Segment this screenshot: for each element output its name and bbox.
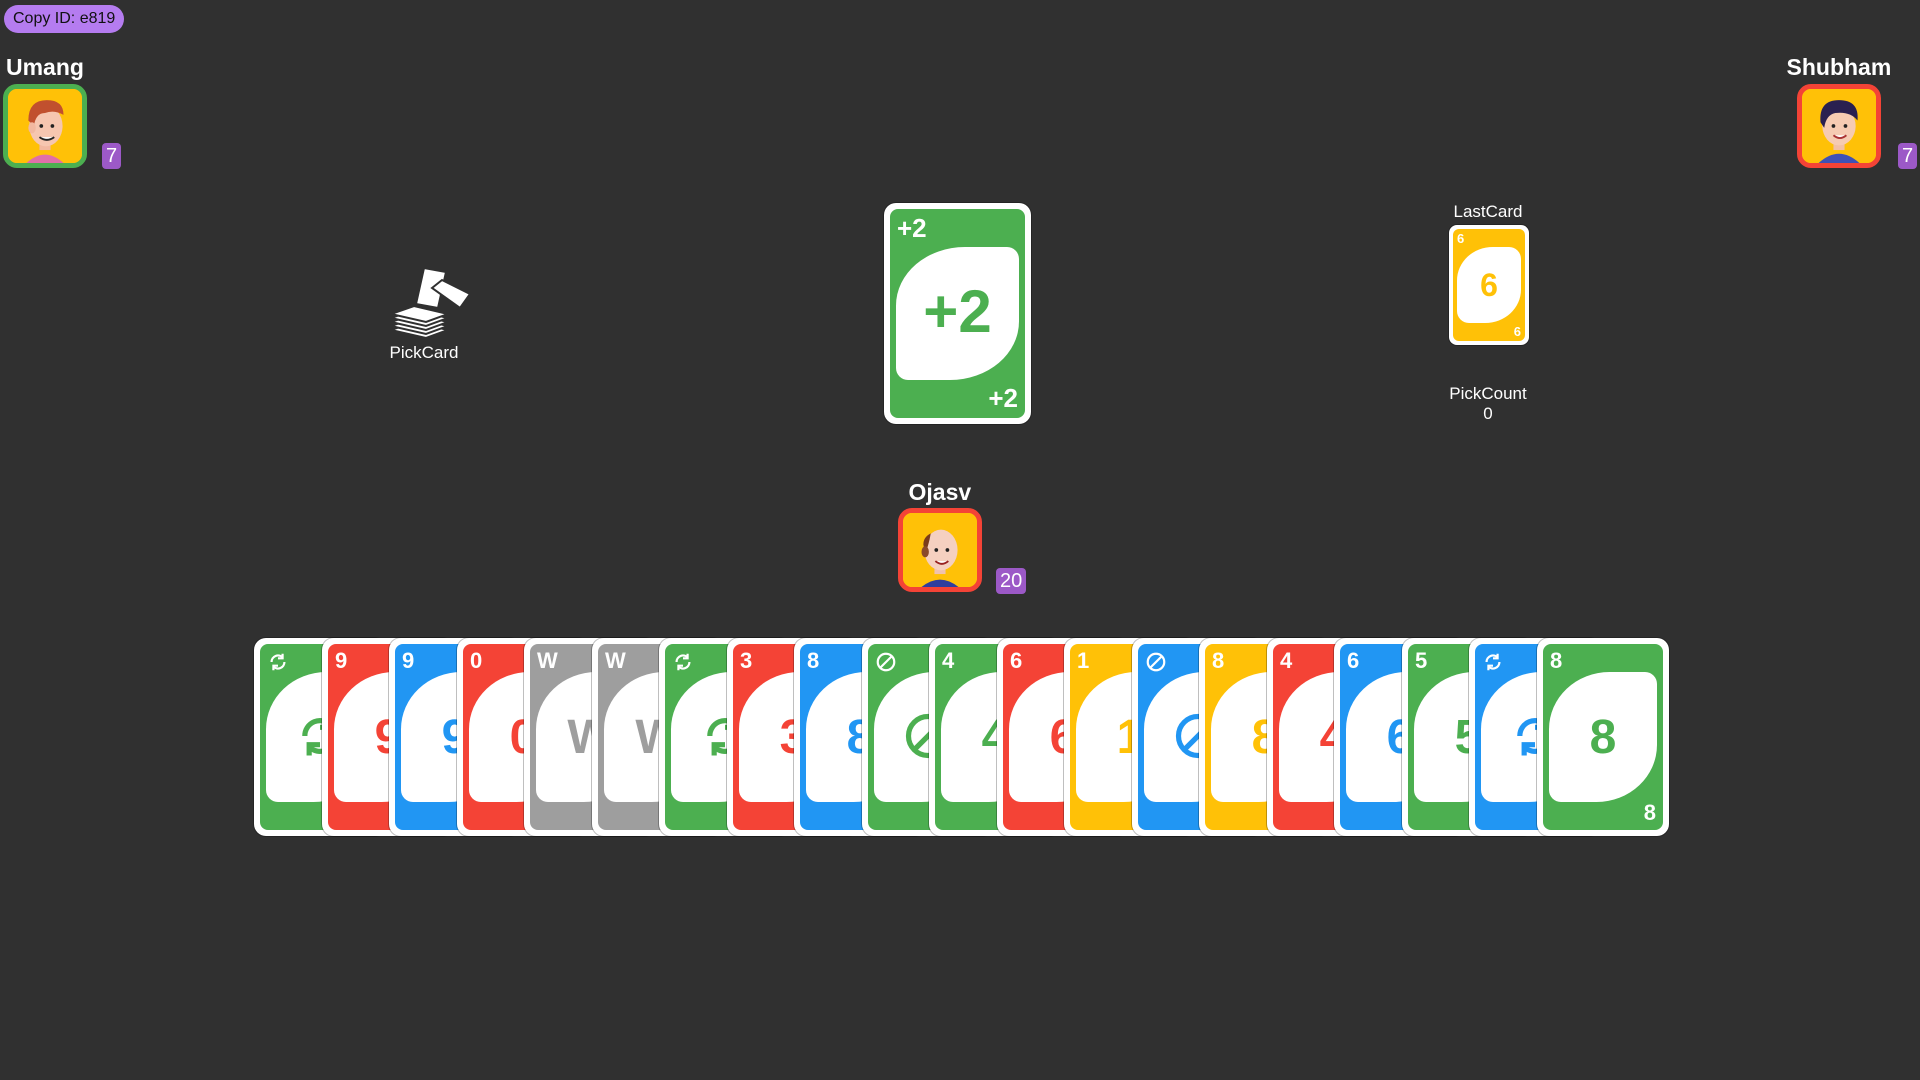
pick-count-value: 0 xyxy=(1483,404,1493,423)
pick-card-deck[interactable] xyxy=(386,264,476,344)
skip-icon xyxy=(1146,652,1166,672)
card-corner-value: 0 xyxy=(470,648,483,673)
bald-man-avatar-icon xyxy=(903,513,977,587)
skip-icon xyxy=(876,652,896,672)
card-face: 6 6 6 xyxy=(1453,229,1525,341)
last-card: 6 6 6 xyxy=(1449,225,1529,345)
card-corner-icon xyxy=(875,648,897,674)
card-corner-value: 4 xyxy=(1280,648,1293,673)
card-center-value: 8 xyxy=(1589,711,1617,764)
card-face: 8 8 8 xyxy=(1543,644,1663,830)
card-corner-value: 1 xyxy=(1077,648,1090,673)
card-corner-value: +2 xyxy=(897,213,927,243)
card-face: +2 +2 +2 xyxy=(890,209,1025,418)
card-count-right: 7 xyxy=(1898,143,1918,169)
reverse-icon xyxy=(675,653,691,671)
card-corner-value-bottom: 8 xyxy=(1643,800,1656,825)
card-center-value: +2 xyxy=(923,278,992,345)
card-corner-icon xyxy=(1145,648,1167,674)
card-corner-icon xyxy=(267,648,289,674)
card-center-value: 6 xyxy=(1480,267,1498,303)
card-corner-value: 6 xyxy=(1010,648,1023,673)
reverse-icon xyxy=(270,653,286,671)
card-corner-value: 3 xyxy=(740,648,753,673)
card-corner-icon xyxy=(1482,648,1504,674)
card-deck-icon xyxy=(387,266,472,340)
player-name-right: Shubham xyxy=(1786,54,1892,80)
card-corner-value: W xyxy=(537,648,558,673)
last-card-label: LastCard xyxy=(1453,202,1523,221)
pick-count-label: PickCount xyxy=(1449,384,1527,403)
card-corner-value: W xyxy=(605,648,626,673)
card-count-self: 20 xyxy=(996,568,1027,594)
card-corner-icon xyxy=(672,648,694,674)
boy-avatar-icon xyxy=(1802,89,1876,163)
player-name-left: Umang xyxy=(6,54,84,80)
card-corner-value: 9 xyxy=(335,648,348,673)
card-corner-value-bottom: 6 xyxy=(1513,324,1521,339)
boy-avatar-icon xyxy=(8,89,82,163)
card-corner-value: 8 xyxy=(1212,648,1225,673)
card-corner-value: 9 xyxy=(402,648,415,673)
discard-pile-card: +2 +2 +2 xyxy=(884,203,1031,424)
card-corner-value: 5 xyxy=(1415,648,1428,673)
reverse-icon xyxy=(1485,653,1501,671)
pick-card-label[interactable]: PickCard xyxy=(384,343,464,363)
card-corner-value: 8 xyxy=(1550,648,1563,673)
card-corner-value-bottom: +2 xyxy=(988,383,1018,413)
card-corner-value: 8 xyxy=(807,648,820,673)
copy-id-badge[interactable]: Copy ID: e819 xyxy=(4,5,125,33)
card-corner-value: 6 xyxy=(1457,231,1465,246)
avatar-self xyxy=(898,508,982,592)
avatar-left xyxy=(3,84,87,168)
card-corner-value: 6 xyxy=(1347,648,1360,673)
card-corner-value: 4 xyxy=(942,648,955,673)
player-name-self: Ojasv xyxy=(908,479,972,505)
card-count-left: 7 xyxy=(102,143,122,169)
hand-card[interactable]: 8 8 8 xyxy=(1537,638,1669,836)
avatar-right xyxy=(1797,84,1881,168)
